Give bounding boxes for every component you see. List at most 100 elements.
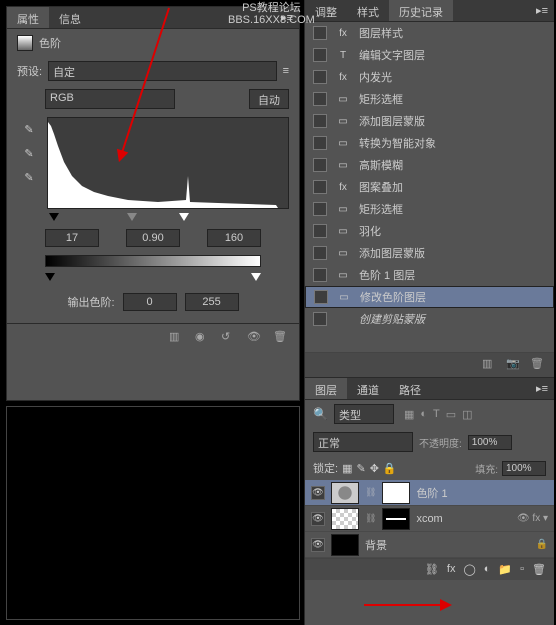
view-prev-icon[interactable]: ◉ <box>195 330 211 346</box>
eyedropper-black-icon[interactable]: ✎ <box>21 121 37 137</box>
filter-adjust-icon[interactable]: ◐ <box>420 408 427 421</box>
out-black-handle[interactable] <box>45 273 55 281</box>
history-check[interactable] <box>313 92 327 106</box>
history-check[interactable] <box>313 70 327 84</box>
preset-select[interactable]: 自定 <box>48 61 277 81</box>
history-check[interactable] <box>313 26 327 40</box>
history-row[interactable]: fx图案叠加 <box>305 176 554 198</box>
link-layers-icon[interactable]: ⛓ <box>425 563 439 576</box>
layer-row[interactable]: 👁⛓xcom👁 fx ▾ <box>305 506 554 532</box>
layer-mask-icon[interactable]: ◯ <box>463 563 475 576</box>
tab-paths[interactable]: 路径 <box>389 378 431 399</box>
history-row[interactable]: ▭添加图层蒙版 <box>305 242 554 264</box>
toggle-vis-icon[interactable]: 👁 <box>247 330 263 346</box>
history-check[interactable] <box>313 136 327 150</box>
out-white-handle[interactable] <box>251 273 261 281</box>
history-row[interactable]: ▭添加图层蒙版 <box>305 110 554 132</box>
fill-field[interactable]: 100% <box>502 461 546 476</box>
visibility-icon[interactable]: 👁 <box>311 486 325 500</box>
link-icon[interactable]: ⛓ <box>365 487 376 498</box>
white-point-handle[interactable] <box>179 213 189 221</box>
layer-name[interactable]: 背景 <box>365 537 387 553</box>
layer-list[interactable]: 👁⛓色阶 1👁⛓xcom👁 fx ▾👁背景🔒 <box>305 480 554 558</box>
layer-thumb[interactable] <box>331 482 359 504</box>
filter-shape-icon[interactable]: ▭ <box>446 408 456 421</box>
mask-thumb[interactable] <box>382 482 410 504</box>
opacity-field[interactable]: 100% <box>468 435 512 450</box>
blend-mode-select[interactable]: 正常 <box>313 432 413 452</box>
output-gradient[interactable] <box>45 255 261 267</box>
tab-channels[interactable]: 通道 <box>347 378 389 399</box>
reset-icon[interactable]: ↺ <box>221 330 237 346</box>
eyedropper-gray-icon[interactable]: ✎ <box>21 145 37 161</box>
layer-row[interactable]: 👁 ⛓ 色阶 1 <box>305 480 554 506</box>
mask-thumb[interactable] <box>382 508 410 530</box>
eyedropper-white-icon[interactable]: ✎ <box>21 169 37 185</box>
history-doc-icon[interactable]: ▥ <box>482 357 498 373</box>
lock-all-icon[interactable]: 🔒 <box>383 462 397 475</box>
trash-icon[interactable]: 🗑 <box>273 330 289 346</box>
history-row[interactable]: fx图层样式 <box>305 22 554 44</box>
layer-name[interactable]: 色阶 1 <box>416 485 447 501</box>
history-check[interactable] <box>313 114 327 128</box>
snapshot-icon[interactable]: 📷 <box>506 357 522 373</box>
history-row[interactable]: ▭矩形选框 <box>305 88 554 110</box>
history-row[interactable]: ▭色阶 1 图层 <box>305 264 554 286</box>
group-icon[interactable]: 📁 <box>498 563 512 576</box>
tab-layers[interactable]: 图层 <box>305 378 347 399</box>
tab-properties[interactable]: 属性 <box>7 7 49 28</box>
history-row[interactable]: 创建剪贴蒙版 <box>305 308 554 330</box>
layer-thumb[interactable] <box>331 534 359 556</box>
layer-thumb[interactable] <box>331 508 359 530</box>
history-check[interactable] <box>314 290 328 304</box>
histogram[interactable] <box>47 117 289 209</box>
history-row[interactable]: ▭羽化 <box>305 220 554 242</box>
input-black-field[interactable]: 17 <box>45 229 99 247</box>
filter-type-icon[interactable]: T <box>433 408 440 421</box>
history-check[interactable] <box>313 48 327 62</box>
canvas-area[interactable] <box>6 406 300 620</box>
history-check[interactable] <box>313 224 327 238</box>
history-check[interactable] <box>313 312 327 326</box>
history-row[interactable]: ▭转换为智能对象 <box>305 132 554 154</box>
output-white-field[interactable]: 255 <box>185 293 239 311</box>
history-check[interactable] <box>313 246 327 260</box>
filter-icon[interactable]: 🔍 <box>313 407 328 421</box>
lock-pos-icon[interactable]: ✥ <box>370 462 379 475</box>
visibility-icon[interactable]: 👁 <box>311 538 325 552</box>
visibility-icon[interactable]: 👁 <box>311 512 325 526</box>
auto-button[interactable]: 自动 <box>249 89 289 109</box>
tab-info[interactable]: 信息 <box>49 7 91 28</box>
filter-type-select[interactable]: 类型 <box>334 404 394 424</box>
history-check[interactable] <box>313 158 327 172</box>
clip-icon[interactable]: ▥ <box>169 330 185 346</box>
layer-row[interactable]: 👁背景🔒 <box>305 532 554 558</box>
filter-smart-icon[interactable]: ◫ <box>462 408 472 421</box>
history-row[interactable]: ▭修改色阶图层 <box>305 286 554 308</box>
layer-name[interactable]: xcom <box>416 513 442 525</box>
link-icon[interactable]: ⛓ <box>365 513 376 524</box>
input-slider[interactable] <box>45 213 261 223</box>
history-check[interactable] <box>313 268 327 282</box>
history-check[interactable] <box>313 202 327 216</box>
history-menu-icon[interactable]: ▸≡ <box>530 0 554 21</box>
input-gamma-field[interactable]: 0.90 <box>126 229 180 247</box>
adjustment-layer-icon[interactable]: ◐ <box>484 563 491 576</box>
output-black-field[interactable]: 0 <box>123 293 177 311</box>
history-row[interactable]: T编辑文字图层 <box>305 44 554 66</box>
tab-styles[interactable]: 样式 <box>347 0 389 21</box>
output-slider[interactable] <box>45 273 261 283</box>
channel-select[interactable]: RGB <box>45 89 175 109</box>
history-row[interactable]: fx内发光 <box>305 66 554 88</box>
new-layer-icon[interactable]: ▫ <box>520 563 524 576</box>
preset-menu-icon[interactable]: ≡ <box>283 65 289 77</box>
history-row[interactable]: ▭矩形选框 <box>305 198 554 220</box>
history-list[interactable]: fx图层样式T编辑文字图层fx内发光▭矩形选框▭添加图层蒙版▭转换为智能对象▭高… <box>305 22 554 352</box>
delete-layer-icon[interactable]: 🗑 <box>532 563 546 576</box>
tab-history[interactable]: 历史记录 <box>389 0 453 21</box>
black-point-handle[interactable] <box>49 213 59 221</box>
history-row[interactable]: ▭高斯模糊 <box>305 154 554 176</box>
layers-menu-icon[interactable]: ▸≡ <box>530 378 554 399</box>
history-trash-icon[interactable]: 🗑 <box>530 357 546 373</box>
history-check[interactable] <box>313 180 327 194</box>
